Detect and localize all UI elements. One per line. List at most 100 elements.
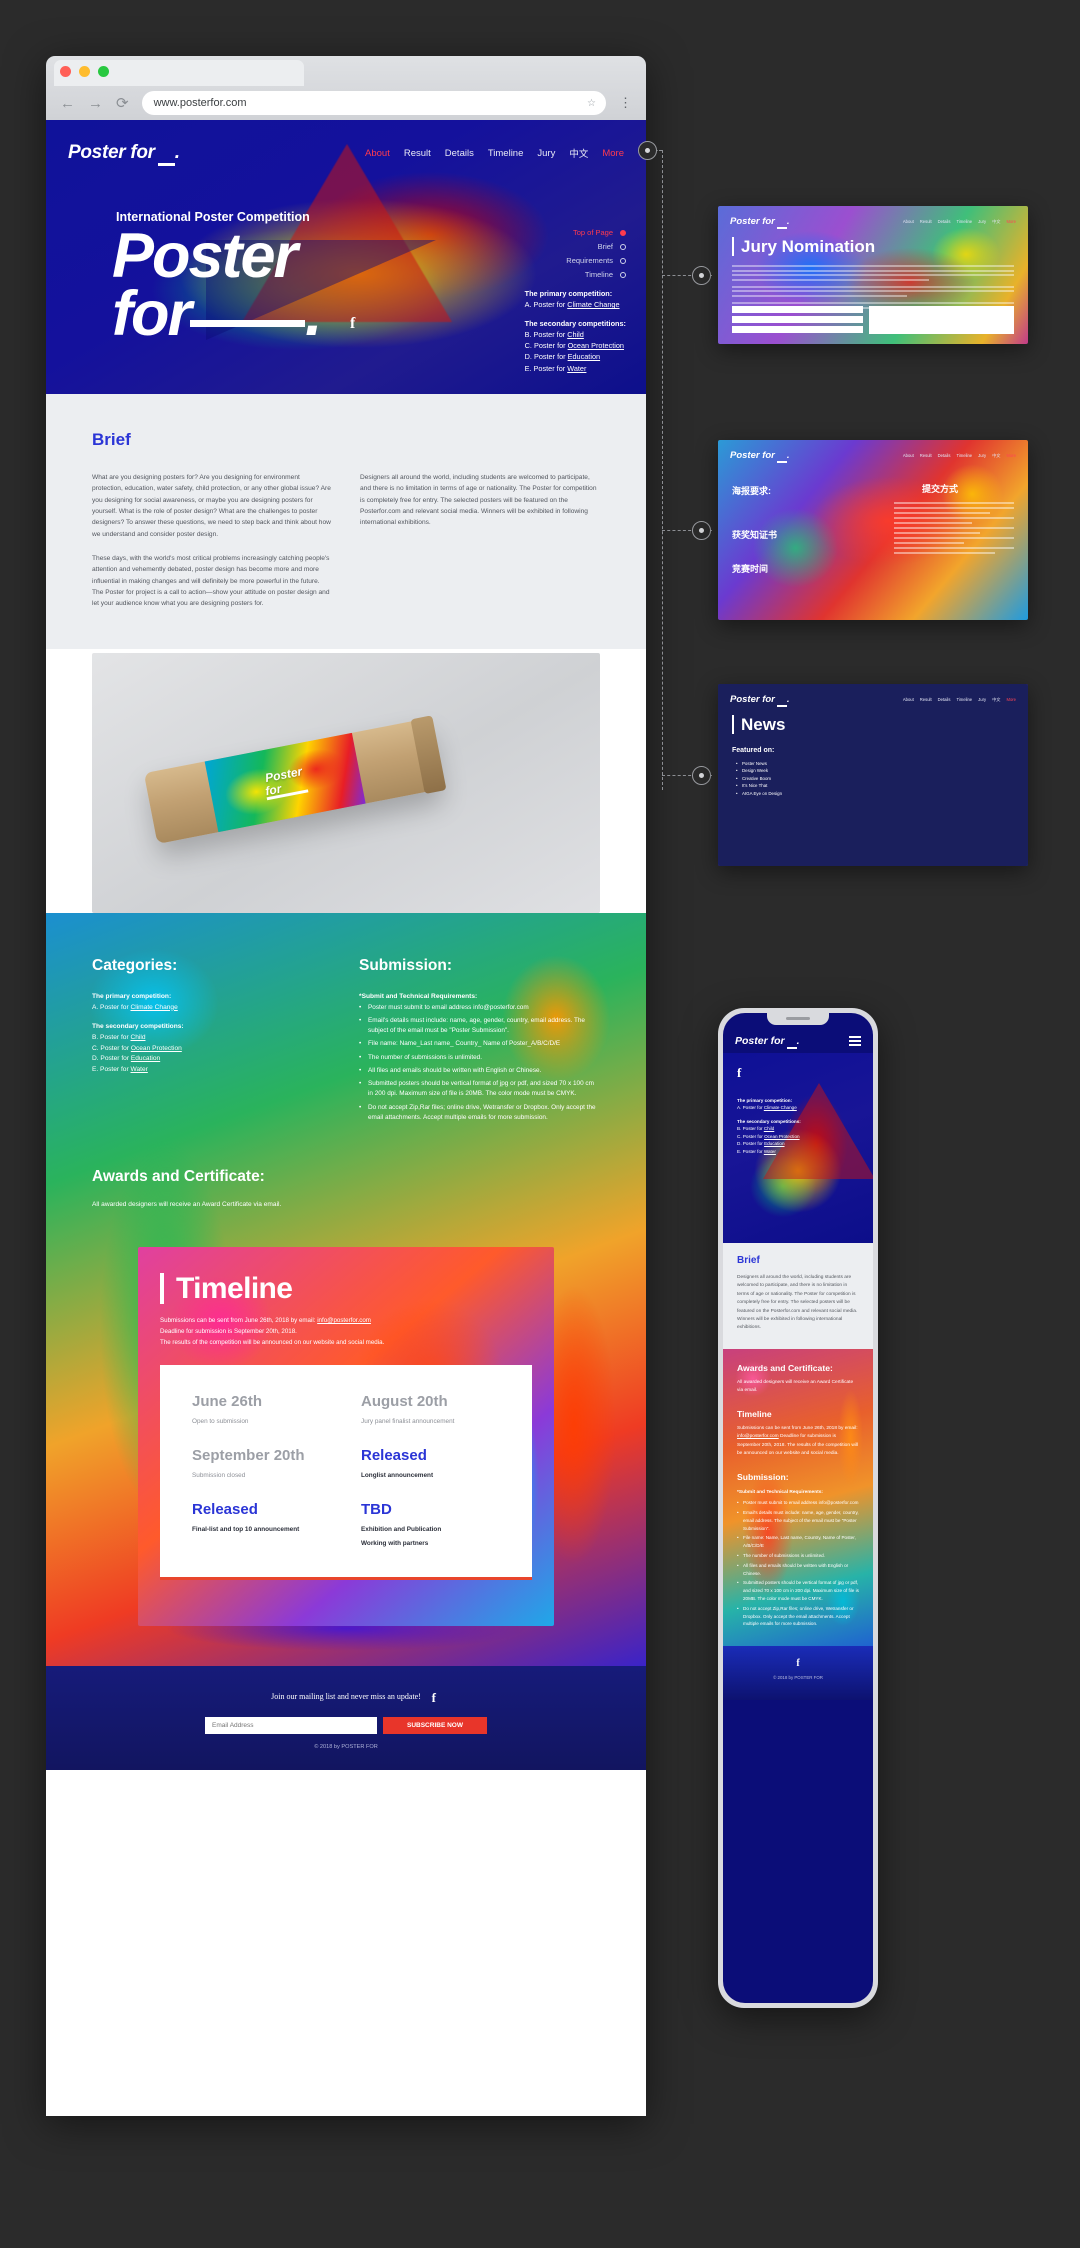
email-input[interactable] xyxy=(205,1716,377,1734)
nav-link-chinese[interactable]: 中文 xyxy=(569,146,588,160)
timeline-email-link[interactable]: info@posterfor.com xyxy=(317,1317,371,1324)
category-link-climate-change[interactable]: Climate Change xyxy=(130,1004,177,1011)
anchor-timeline[interactable]: Timeline xyxy=(566,270,626,279)
thumbnail-heading-submission: 提交方式 xyxy=(921,484,958,494)
thumb-nav-timeline[interactable]: Timeline xyxy=(956,697,972,703)
reload-icon[interactable]: ⟳ xyxy=(116,96,129,111)
phone-footer: f © 2018 by POSTER FOR xyxy=(723,1646,873,1701)
thumb-nav-chinese[interactable]: 中文 xyxy=(992,219,1000,225)
phone-link-ocean[interactable]: Ocean Protection xyxy=(764,1134,800,1139)
list-item: It's Nice That xyxy=(736,782,1028,790)
thumb-nav-result[interactable]: Result xyxy=(920,219,932,225)
timeline-entry: June 26th Open to submission xyxy=(192,1393,331,1425)
hero-anchor-nav: Top of Page Brief Requirements Timeline xyxy=(566,228,626,284)
competition-link-child[interactable]: Child xyxy=(567,330,584,339)
thumbnail-jury-nomination[interactable]: Poster for. About Result Details Timelin… xyxy=(718,206,1028,344)
category-link-ocean[interactable]: Ocean Protection xyxy=(131,1045,182,1052)
phone-screen: Poster for. f The primary competition: A… xyxy=(723,1013,873,2003)
facebook-icon[interactable]: f xyxy=(350,315,355,333)
thumb-nav-details[interactable]: Details xyxy=(938,697,951,703)
thumb-nav-about[interactable]: About xyxy=(903,453,914,459)
thumb-nav-result[interactable]: Result xyxy=(920,453,932,459)
category-link-education[interactable]: Education xyxy=(131,1055,160,1062)
minimize-window-button[interactable] xyxy=(79,66,90,77)
thumbnail-body-text xyxy=(718,257,1028,309)
competition-link-water[interactable]: Water xyxy=(567,364,586,373)
phone-link-education[interactable]: Education xyxy=(764,1141,784,1146)
back-icon[interactable]: ← xyxy=(60,96,75,111)
hamburger-menu-icon[interactable] xyxy=(849,1036,861,1046)
anchor-top-of-page[interactable]: Top of Page xyxy=(566,228,626,237)
address-bar[interactable]: www.posterfor.com ☆ xyxy=(141,91,606,115)
thumb-nav-about[interactable]: About xyxy=(903,219,914,225)
competition-link-ocean[interactable]: Ocean Protection xyxy=(568,341,624,350)
subscribe-button[interactable]: SUBSCRIBE NOW xyxy=(383,1716,487,1734)
thumb-nav-details[interactable]: Details xyxy=(938,453,951,459)
thumb-nav-chinese[interactable]: 中文 xyxy=(992,453,1000,459)
nav-link-about[interactable]: About xyxy=(365,148,390,159)
category-link-child[interactable]: Child xyxy=(130,1034,145,1041)
competition-link-education[interactable]: Education xyxy=(568,352,600,361)
thumb-nav-about[interactable]: About xyxy=(903,697,914,703)
requirements-columns: Categories: The primary competition: A. … xyxy=(92,957,600,1127)
category-item-c: C. Poster for Ocean Protection xyxy=(92,1044,182,1052)
thumb-nav-timeline[interactable]: Timeline xyxy=(956,453,972,459)
thumb-nav-more[interactable]: More xyxy=(1006,219,1016,225)
thumbnail-form-textarea[interactable] xyxy=(869,306,1014,334)
anchor-bullet-icon xyxy=(620,257,626,264)
timeline-desc: Final-list and top 10 announcement xyxy=(192,1525,300,1533)
phone-brief-text: Designers all around the world, includin… xyxy=(737,1275,858,1331)
thumb-nav-more[interactable]: More xyxy=(1006,697,1016,703)
secondary-competition-heading: The secondary competitions: xyxy=(524,318,626,328)
competition-link-climate-change[interactable]: Climate Change xyxy=(567,300,619,309)
thumb-nav-details[interactable]: Details xyxy=(938,219,951,225)
nav-link-more[interactable]: More xyxy=(602,148,624,159)
form-field[interactable] xyxy=(732,316,864,323)
hero-title: Poster for. xyxy=(112,225,322,346)
anchor-brief[interactable]: Brief xyxy=(566,242,626,251)
category-item-a: A. Poster for Climate Change xyxy=(92,1003,178,1011)
thumb-nav-chinese[interactable]: 中文 xyxy=(992,697,1000,703)
connector-knob-jury[interactable] xyxy=(692,266,711,285)
list-item: Do not accept Zip,Rar files; online driv… xyxy=(737,1605,859,1628)
site-header: Poster for. About Result Details Timelin… xyxy=(46,142,646,166)
facebook-icon[interactable]: f xyxy=(737,1065,741,1081)
thumb-nav-result[interactable]: Result xyxy=(920,697,932,703)
close-window-button[interactable] xyxy=(60,66,71,77)
thumb-nav-more[interactable]: More xyxy=(1006,453,1016,459)
anchor-requirements[interactable]: Requirements xyxy=(566,256,626,265)
phone-timeline-email[interactable]: info@posterfor.com xyxy=(737,1434,779,1439)
thumb-nav-jury[interactable]: Jury xyxy=(978,697,986,703)
connector-knob-chinese[interactable] xyxy=(692,521,711,540)
thumb-nav-jury[interactable]: Jury xyxy=(978,219,986,225)
phone-link-water[interactable]: Water xyxy=(764,1149,776,1154)
phone-link-climate[interactable]: Climate Change xyxy=(764,1105,797,1110)
site-logo[interactable]: Poster for. xyxy=(68,142,180,166)
facebook-icon[interactable]: f xyxy=(432,1690,436,1706)
form-field[interactable] xyxy=(732,326,864,333)
nav-link-jury[interactable]: Jury xyxy=(537,148,555,159)
thumbnail-chinese-page[interactable]: Poster for. About Result Details Timelin… xyxy=(718,440,1028,620)
nav-link-result[interactable]: Result xyxy=(404,148,431,159)
thumb-nav-timeline[interactable]: Timeline xyxy=(956,219,972,225)
connector-knob-news[interactable] xyxy=(692,766,711,785)
facebook-icon[interactable]: f xyxy=(723,1658,873,1669)
awards-text: All awarded designers will receive an Aw… xyxy=(92,1201,282,1209)
timeline-meta-line-1: Submissions can be sent from June 26th, … xyxy=(160,1317,371,1325)
category-link-water[interactable]: Water xyxy=(130,1066,147,1073)
forward-icon[interactable]: → xyxy=(88,96,103,111)
thumb-nav-jury[interactable]: Jury xyxy=(978,453,986,459)
maximize-window-button[interactable] xyxy=(98,66,109,77)
form-field[interactable] xyxy=(732,306,864,313)
phone-logo[interactable]: Poster for. xyxy=(735,1035,800,1049)
star-icon[interactable]: ☆ xyxy=(587,98,596,109)
thumbnail-news-page[interactable]: Poster for. About Result Details Timelin… xyxy=(718,684,1028,866)
kebab-menu-icon[interactable]: ⋮ xyxy=(619,95,632,111)
thumbnail-heading-requirements: 海报要求: xyxy=(732,486,771,496)
timeline-entry: September 20th Submission closed xyxy=(192,1447,331,1479)
nav-link-details[interactable]: Details xyxy=(445,148,474,159)
timeline-date: August 20th xyxy=(361,1392,448,1410)
nav-link-timeline[interactable]: Timeline xyxy=(488,148,524,159)
phone-link-child[interactable]: Child xyxy=(764,1126,774,1131)
thumbnail-featured-list: Poster News Design Week Creative Boom It… xyxy=(718,754,1028,798)
